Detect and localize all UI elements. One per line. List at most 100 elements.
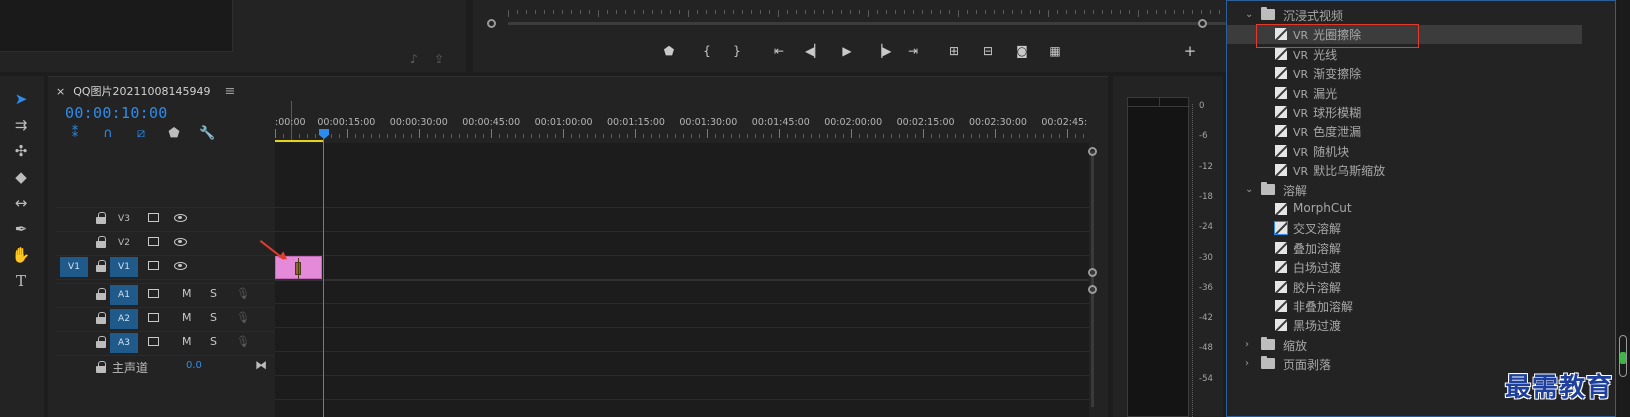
- video-track-header[interactable]: V1 V1: [56, 255, 275, 279]
- video-track-header[interactable]: V2: [56, 231, 275, 255]
- source-patch[interactable]: V1: [60, 257, 88, 277]
- sync-lock-icon[interactable]: [148, 337, 159, 346]
- solo-button[interactable]: S: [210, 311, 217, 324]
- effects-folder[interactable]: ⌄ 溶解: [1227, 181, 1582, 200]
- effect-item[interactable]: MorphCut: [1227, 200, 1582, 219]
- linked-selection-icon[interactable]: ⧄: [133, 126, 149, 142]
- comparison-view-icon[interactable]: ▦: [1047, 43, 1063, 59]
- timeline-ruler[interactable]: :00:00 00:00:15:00 00:00:30:00 00:00:45:00 0…: [275, 103, 1090, 143]
- mute-button[interactable]: M: [182, 311, 192, 324]
- button-editor-plus-icon[interactable]: +: [1182, 43, 1198, 59]
- source-patch[interactable]: [60, 233, 88, 253]
- chevron-down-icon[interactable]: ⌄: [1245, 9, 1253, 20]
- effect-item[interactable]: VR 渐变擦除: [1227, 64, 1582, 83]
- chevron-right-icon[interactable]: ›: [1245, 358, 1249, 369]
- razor-tool-icon[interactable]: ◆: [10, 166, 32, 188]
- step-forward-icon[interactable]: ▕▶: [873, 43, 891, 59]
- step-back-icon[interactable]: ◀▏: [805, 43, 823, 59]
- pen-tool-icon[interactable]: ✒: [10, 218, 32, 240]
- track-target[interactable]: V3: [110, 209, 138, 229]
- program-zoom-track[interactable]: [508, 22, 1244, 25]
- microphone-icon[interactable]: 🎙: [236, 335, 250, 348]
- effect-item[interactable]: VR 漏光: [1227, 84, 1582, 103]
- close-tab-icon[interactable]: ×: [56, 85, 65, 98]
- track-target[interactable]: V2: [110, 233, 138, 253]
- track-target[interactable]: V1: [110, 257, 138, 277]
- extract-icon[interactable]: ⊟: [980, 43, 996, 59]
- effect-item[interactable]: VR 球形模糊: [1227, 103, 1582, 122]
- effects-folder[interactable]: ⌄ 沉浸式视频: [1227, 6, 1582, 25]
- effect-item[interactable]: 胶片溶解: [1227, 278, 1582, 297]
- lock-icon[interactable]: [96, 260, 106, 272]
- sync-lock-icon[interactable]: [148, 289, 159, 298]
- lock-icon[interactable]: [96, 361, 106, 373]
- timeline-settings-wrench-icon[interactable]: 🔧: [199, 126, 215, 142]
- go-to-in-icon[interactable]: ⇤: [771, 43, 787, 59]
- nest-sequence-icon[interactable]: ⁑: [67, 126, 83, 142]
- lock-icon[interactable]: [96, 312, 106, 324]
- solo-button[interactable]: S: [210, 335, 217, 348]
- mark-out-icon[interactable]: }: [729, 43, 745, 59]
- master-volume-value[interactable]: 0.0: [186, 360, 202, 371]
- eye-icon[interactable]: [174, 262, 187, 270]
- transition-marker[interactable]: [295, 258, 301, 280]
- type-tool-icon[interactable]: T: [10, 270, 32, 292]
- track-target[interactable]: A2: [110, 309, 138, 329]
- playhead-timecode[interactable]: 00:00:10:00: [65, 104, 168, 122]
- video-audio-divider[interactable]: [275, 279, 1089, 281]
- effect-item[interactable]: VR 色度泄漏: [1227, 122, 1582, 141]
- play-icon[interactable]: ▶: [839, 43, 855, 59]
- go-to-end-icon[interactable]: ⧓: [255, 358, 267, 372]
- audio-track-header[interactable]: A3 M S 🎙: [56, 331, 275, 355]
- selection-tool-icon[interactable]: ➤: [10, 88, 32, 110]
- sync-lock-icon[interactable]: [148, 213, 159, 222]
- mute-button[interactable]: M: [182, 287, 192, 300]
- effect-item[interactable]: 白场过渡: [1227, 258, 1582, 277]
- work-area-bar[interactable]: [275, 140, 323, 142]
- vertical-zoom-scrollbar[interactable]: [1088, 145, 1097, 417]
- lift-icon[interactable]: ⊞: [946, 43, 962, 59]
- chevron-down-icon[interactable]: ⌄: [1245, 184, 1253, 195]
- effect-item[interactable]: 交叉溶解: [1227, 219, 1582, 238]
- effect-item[interactable]: VR 默比乌斯缩放: [1227, 161, 1582, 180]
- scroll-mid-knob[interactable]: [1088, 268, 1097, 277]
- video-track-header[interactable]: V3: [56, 207, 275, 231]
- export-frame-icon[interactable]: ⇪: [434, 52, 444, 66]
- effect-item[interactable]: 黑场过渡: [1227, 316, 1582, 335]
- program-zoom-start-knob[interactable]: [487, 19, 496, 28]
- effect-item[interactable]: 叠加溶解: [1227, 239, 1582, 258]
- track-target[interactable]: A3: [110, 333, 138, 353]
- audio-track-header[interactable]: A1 M S 🎙: [56, 283, 275, 307]
- lock-icon[interactable]: [96, 212, 106, 224]
- add-marker-icon[interactable]: ⬟: [166, 126, 182, 142]
- effect-item[interactable]: VR 随机块: [1227, 142, 1582, 161]
- track-select-tool-icon[interactable]: ⇉: [10, 114, 32, 136]
- mute-button[interactable]: M: [182, 335, 192, 348]
- lock-icon[interactable]: [96, 236, 106, 248]
- audio-track-header[interactable]: A2 M S 🎙: [56, 307, 275, 331]
- solo-button[interactable]: S: [210, 287, 217, 300]
- effects-folder[interactable]: › 缩放: [1227, 336, 1582, 355]
- microphone-icon[interactable]: 🎙: [236, 311, 250, 324]
- go-to-out-icon[interactable]: ⇥: [905, 43, 921, 59]
- microphone-icon[interactable]: 🎙: [236, 287, 250, 300]
- effect-item[interactable]: 非叠加溶解: [1227, 297, 1582, 316]
- program-zoom-end-knob[interactable]: [1198, 19, 1207, 28]
- slip-tool-icon[interactable]: ↔: [10, 192, 32, 214]
- scroll-audio-knob[interactable]: [1088, 285, 1097, 294]
- mark-in-icon[interactable]: {: [699, 43, 715, 59]
- lock-icon[interactable]: [96, 336, 106, 348]
- scroll-track[interactable]: [1091, 151, 1094, 407]
- timeline-tab[interactable]: × QQ图片20211008145949 ≡: [56, 82, 235, 100]
- panel-menu-icon[interactable]: ≡: [225, 84, 236, 99]
- snap-magnet-icon[interactable]: ∩: [100, 126, 116, 142]
- hand-tool-icon[interactable]: ✋: [10, 244, 32, 266]
- add-marker-icon[interactable]: ⬟: [661, 43, 677, 59]
- sync-lock-icon[interactable]: [148, 313, 159, 322]
- eye-icon[interactable]: [174, 214, 187, 222]
- ripple-edit-tool-icon[interactable]: ✣: [10, 140, 32, 162]
- sync-lock-icon[interactable]: [148, 261, 159, 270]
- sync-lock-icon[interactable]: [148, 237, 159, 246]
- effects-scrollbar[interactable]: [1617, 0, 1630, 417]
- source-patch[interactable]: [60, 209, 88, 229]
